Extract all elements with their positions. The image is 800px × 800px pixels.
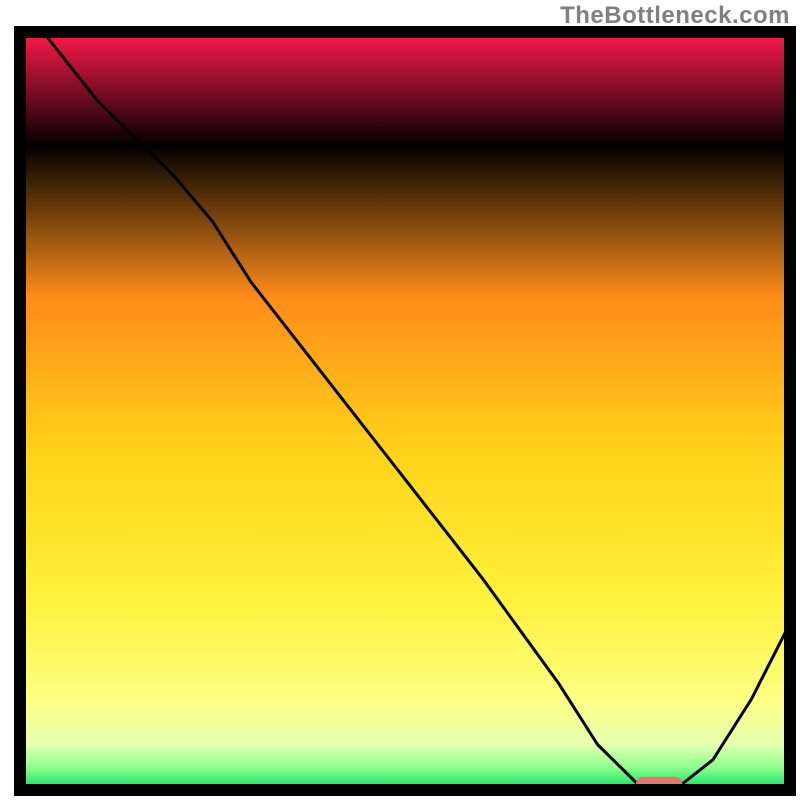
bottleneck-chart xyxy=(0,0,800,800)
gradient-background xyxy=(20,32,790,790)
watermark-text: TheBottleneck.com xyxy=(560,2,790,30)
chart-container: TheBottleneck.com xyxy=(0,0,800,800)
